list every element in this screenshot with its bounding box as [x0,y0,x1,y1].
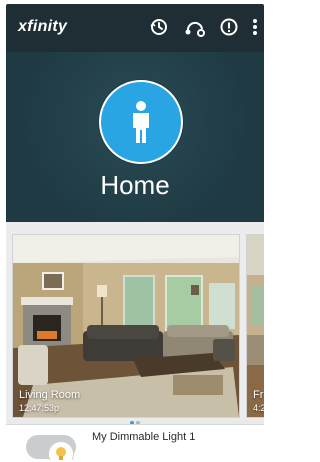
alert-icon[interactable] [218,16,240,38]
light-toggle[interactable] [26,435,76,460]
brand-logo: xfinity [18,18,68,35]
home-hero: Home [6,52,264,222]
device-row[interactable]: My Dimmable Light 1 [6,424,264,460]
camera-name: Living Room [19,389,81,401]
scenes-icon[interactable] [184,16,206,38]
person-icon [133,101,149,143]
device-name: My Dimmable Light 1 [92,431,196,443]
camera-carousel[interactable]: Living Room 12:47:53p Fr 4:2 [6,222,264,425]
page-title: Home [100,170,170,200]
app-frame: xfinity Home Living Room 12:47:53p Fr 4:… [6,4,264,460]
camera-name: Fr [253,389,264,401]
history-icon[interactable] [148,16,170,38]
app-bar: xfinity [6,4,264,52]
bulb-icon [56,447,66,460]
toggle-knob [48,441,74,460]
camera-card-living-room[interactable]: Living Room 12:47:53p [12,234,240,418]
camera-card-next[interactable]: Fr 4:2 [246,234,264,418]
more-vert-icon[interactable] [244,16,264,38]
home-status-button[interactable] [99,80,183,164]
